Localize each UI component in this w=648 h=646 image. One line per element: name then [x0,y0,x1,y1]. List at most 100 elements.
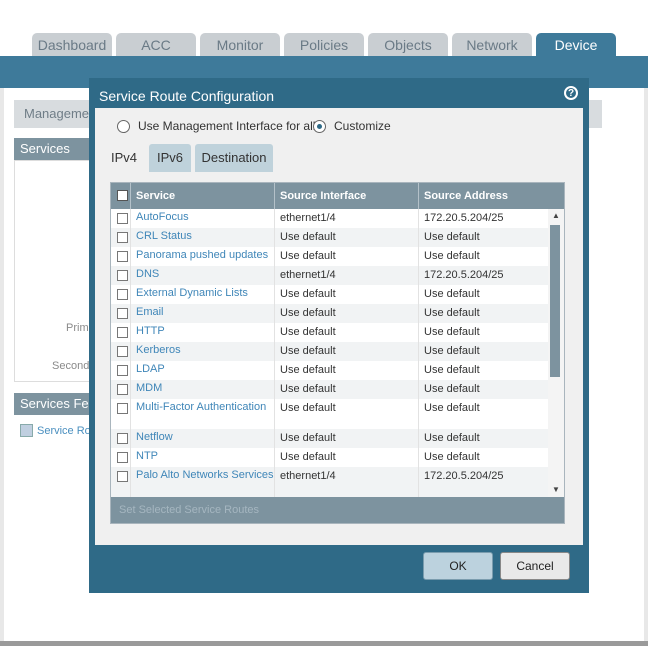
source-interface-cell: Use default [280,250,336,262]
service-link[interactable]: HTTP [136,326,276,337]
source-interface-cell: ethernet1/4 [280,269,336,281]
source-address-cell: Use default [424,307,480,319]
source-address-cell: Use default [424,402,480,414]
scrollbar[interactable]: ▲ ▼ [548,209,564,497]
grid-rows: AutoFocus ethernet1/4 172.20.5.204/25 CRL S… [111,209,548,497]
service-route-link[interactable]: Service Ro [20,424,91,437]
service-link[interactable]: Email [136,307,276,318]
subtab-management[interactable]: Management [14,100,94,128]
source-interface-cell: Use default [280,451,336,463]
service-link[interactable]: Kerberos [136,345,276,356]
tab-acc[interactable]: ACC [116,33,196,57]
services-features-header: Services Feat [14,393,94,415]
service-link[interactable]: Multi-Factor Authentication [136,402,276,413]
help-icon[interactable]: ? [564,86,578,100]
services-header: Services [14,138,94,160]
service-route-link-label: Service Ro [37,425,91,437]
col-source-address[interactable]: Source Address [424,183,508,209]
source-address-cell: Use default [424,250,480,262]
row-checkbox[interactable] [117,251,128,262]
services-box [14,160,94,382]
service-link[interactable]: Panorama pushed updates [136,250,276,261]
table-row[interactable]: MDM Use default Use default [111,380,548,399]
table-row[interactable]: Multi-Factor Authentication Use default Us… [111,399,548,429]
row-checkbox[interactable] [117,384,128,395]
service-link[interactable]: NTP [136,451,276,462]
source-interface-cell: Use default [280,288,336,300]
row-checkbox[interactable] [117,289,128,300]
bottom-bar [0,641,648,646]
scroll-up-icon[interactable]: ▲ [552,211,560,220]
select-all-checkbox[interactable] [117,190,128,201]
source-interface-cell: Use default [280,326,336,338]
tab-monitor[interactable]: Monitor [200,33,280,57]
tab-device[interactable]: Device [536,33,616,57]
row-checkbox[interactable] [117,471,128,482]
table-row[interactable]: Kerberos Use default Use default [111,342,548,361]
service-link[interactable]: CRL Status [136,231,276,242]
radio-customize-option[interactable]: Customize [313,119,391,133]
source-address-cell: Use default [424,231,480,243]
scroll-down-icon[interactable]: ▼ [552,485,560,494]
row-checkbox[interactable] [117,433,128,444]
table-row[interactable]: AutoFocus ethernet1/4 172.20.5.204/25 [111,209,548,228]
source-address-cell: 172.20.5.204/25 [424,269,504,281]
tab-destination[interactable]: Destination [195,144,273,172]
radio-mgmt-option[interactable]: Use Management Interface for all [117,119,315,133]
tab-dashboard[interactable]: Dashboard [32,33,112,57]
row-checkbox[interactable] [117,346,128,357]
cancel-button[interactable]: Cancel [500,552,570,580]
secondary-label: Second [52,360,90,372]
table-row[interactable]: Palo Alto Networks Services ethernet1/4 17… [111,467,548,497]
radio-mgmt[interactable] [117,119,130,133]
tab-ipv6[interactable]: IPv6 [149,144,191,172]
tab-objects[interactable]: Objects [368,33,448,57]
tab-ipv4[interactable]: IPv4 [104,144,144,172]
table-row[interactable]: External Dynamic Lists Use default Use def… [111,285,548,304]
table-row[interactable]: Panorama pushed updates Use default Use de… [111,247,548,266]
table-row[interactable]: NTP Use default Use default [111,448,548,467]
tab-policies[interactable]: Policies [284,33,364,57]
ok-button[interactable]: OK [423,552,493,580]
col-service[interactable]: Service [136,183,175,209]
col-source-interface[interactable]: Source Interface [280,183,366,209]
source-interface-cell: Use default [280,231,336,243]
source-address-cell: 172.20.5.204/25 [424,212,504,224]
source-address-cell: Use default [424,345,480,357]
tab-network[interactable]: Network [452,33,532,57]
service-link[interactable]: Netflow [136,432,276,443]
service-link[interactable]: MDM [136,383,276,394]
service-link[interactable]: DNS [136,269,276,280]
table-row[interactable]: Email Use default Use default [111,304,548,323]
source-interface-cell: Use default [280,432,336,444]
source-address-cell: Use default [424,364,480,376]
row-checkbox[interactable] [117,232,128,243]
source-address-cell: Use default [424,432,480,444]
service-link[interactable]: LDAP [136,364,276,375]
source-interface-cell: Use default [280,345,336,357]
table-row[interactable]: CRL Status Use default Use default [111,228,548,247]
source-address-cell: 172.20.5.204/25 [424,470,504,482]
row-checkbox[interactable] [117,365,128,376]
scroll-thumb[interactable] [550,225,560,377]
table-row[interactable]: LDAP Use default Use default [111,361,548,380]
service-route-grid: Service Source Interface Source Address … [110,182,565,524]
service-link[interactable]: External Dynamic Lists [136,288,276,299]
service-link[interactable]: AutoFocus [136,212,276,223]
service-link[interactable]: Palo Alto Networks Services [136,470,276,481]
row-checkbox[interactable] [117,403,128,414]
row-checkbox[interactable] [117,327,128,338]
radio-customize[interactable] [313,119,326,133]
row-checkbox[interactable] [117,452,128,463]
row-checkbox[interactable] [117,270,128,281]
row-checkbox[interactable] [117,213,128,224]
table-row[interactable]: HTTP Use default Use default [111,323,548,342]
table-row[interactable]: DNS ethernet1/4 172.20.5.204/25 [111,266,548,285]
set-selected-routes-button[interactable]: Set Selected Service Routes [111,497,564,523]
source-address-cell: Use default [424,383,480,395]
source-address-cell: Use default [424,326,480,338]
table-row[interactable]: Netflow Use default Use default [111,429,548,448]
row-checkbox[interactable] [117,308,128,319]
source-interface-cell: Use default [280,383,336,395]
service-route-icon [20,424,33,437]
